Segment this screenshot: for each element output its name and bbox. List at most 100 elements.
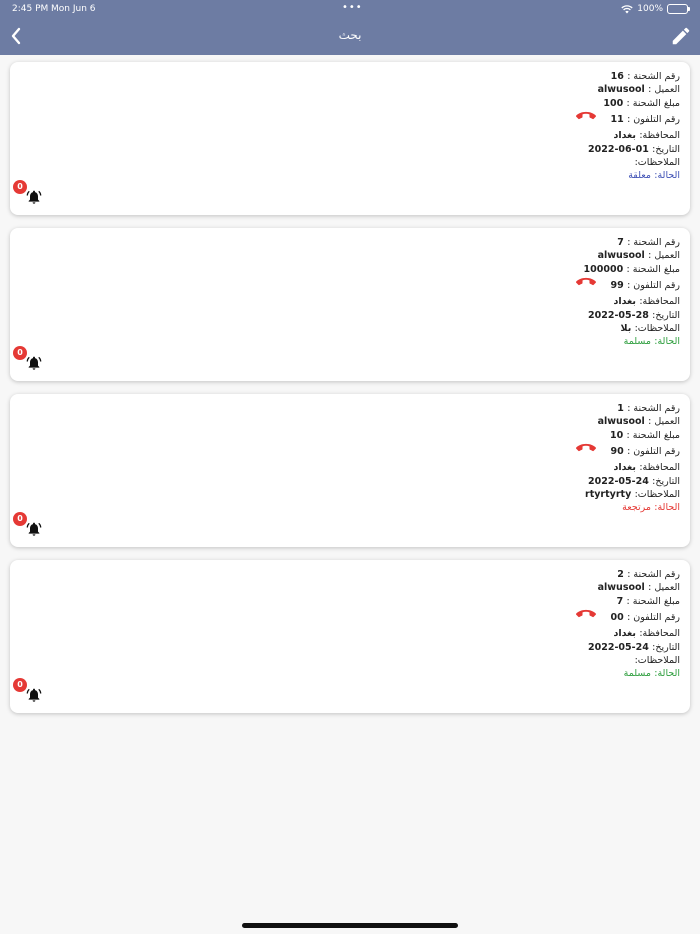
status-right: 100% xyxy=(621,4,690,14)
client-name: alwusool xyxy=(597,582,645,594)
client-name: alwusool xyxy=(597,416,645,428)
amount-row: مبلغ الشحنة : 7 xyxy=(380,595,680,608)
notification-badge: 0 xyxy=(13,512,27,526)
multitask-dots-icon[interactable]: ••• xyxy=(342,2,363,13)
notes-label: الملاحظات: xyxy=(634,322,680,334)
shipment-details: رقم الشحنة : 2 العميل : alwusool مبلغ ال… xyxy=(380,568,680,681)
amount-row: مبلغ الشحنة : 10 xyxy=(380,429,680,442)
phone-number: 00 xyxy=(610,612,624,624)
amount-value: 100 xyxy=(603,97,624,109)
amount-label: مبلغ الشحنة : xyxy=(626,595,681,607)
nav-bar: بحث xyxy=(0,22,700,52)
notes-label: الملاحظات: xyxy=(634,156,680,168)
shipment-details: رقم الشحنة : 16 العميل : alwusool مبلغ ا… xyxy=(380,70,680,183)
shipment-number-label: رقم الشحنة : xyxy=(627,403,680,414)
status-label: الحالة: xyxy=(654,502,680,514)
status-value: معلقة xyxy=(628,170,651,182)
amount-label: مبلغ الشحنة : xyxy=(626,97,681,109)
amount-row: مبلغ الشحنة : 100 xyxy=(380,97,680,110)
shipment-details: رقم الشحنة : 1 العميل : alwusool مبلغ ال… xyxy=(380,402,680,515)
bell-icon xyxy=(26,190,42,204)
notification-button[interactable]: 0 xyxy=(13,180,47,210)
battery-percent: 100% xyxy=(637,4,663,14)
date-label: التاريخ: xyxy=(652,475,680,487)
province-label: المحافظة: xyxy=(639,628,680,640)
shipment-number-label: رقم الشحنة : xyxy=(627,71,680,82)
shipment-number: 2 xyxy=(617,569,624,580)
status-row: الحالة: معلقة xyxy=(380,169,680,182)
shipment-number-label: رقم الشحنة : xyxy=(627,237,680,248)
client-name: alwusool xyxy=(597,84,645,96)
bell-icon xyxy=(26,688,42,702)
bell-icon xyxy=(26,522,42,536)
province-label: المحافظة: xyxy=(639,130,680,142)
notes-row: الملاحظات: بلا xyxy=(380,322,681,335)
notification-badge: 0 xyxy=(13,346,27,360)
province-label: المحافظة: xyxy=(639,296,680,308)
notes-value: rtyrtyrty xyxy=(585,488,632,500)
phone-label: رقم التلفون : xyxy=(627,114,680,126)
shipment-number: 1 xyxy=(617,403,624,414)
notes-label: الملاحظات: xyxy=(634,488,680,500)
status-row: الحالة: مرتجعة xyxy=(380,501,680,514)
page-title: بحث xyxy=(338,28,362,42)
shipment-number-label: رقم الشحنة : xyxy=(627,569,680,580)
client-row: العميل : alwusool xyxy=(380,581,680,594)
client-row: العميل : alwusool xyxy=(380,83,680,96)
status-label: الحالة: xyxy=(654,336,680,348)
status-row: الحالة: مسلمة xyxy=(380,335,680,348)
bell-icon xyxy=(26,356,42,370)
phone-hangup-icon[interactable] xyxy=(575,110,597,129)
shipment-card[interactable]: رقم الشحنة : 7 العميل : alwusool مبلغ ال… xyxy=(10,228,690,381)
province-value: بغداد xyxy=(613,628,636,640)
province-label: المحافظة: xyxy=(639,462,680,474)
shipment-number: 16 xyxy=(610,71,624,82)
notification-button[interactable]: 0 xyxy=(13,512,47,542)
date-label: التاريخ: xyxy=(652,641,680,653)
client-label: العميل : xyxy=(648,582,680,594)
date-row: التاريخ: 01-06-2022 xyxy=(380,143,680,156)
amount-row: مبلغ الشحنة : 100000 xyxy=(380,263,680,276)
amount-label: مبلغ الشحنة : xyxy=(626,429,681,441)
notification-badge: 0 xyxy=(13,180,27,194)
date-row: التاريخ: 28-05-2022 xyxy=(380,309,680,322)
phone-hangup-icon[interactable] xyxy=(575,276,597,295)
shipment-card[interactable]: رقم الشحنة : 1 العميل : alwusool مبلغ ال… xyxy=(10,394,690,547)
client-row: العميل : alwusool xyxy=(380,415,680,428)
province-row: المحافظة: بغداد xyxy=(380,461,680,474)
status-label: الحالة: xyxy=(654,668,680,680)
battery-icon xyxy=(667,4,690,14)
status-row: الحالة: مسلمة xyxy=(380,667,680,680)
notification-button[interactable]: 0 xyxy=(13,678,47,708)
notes-row: الملاحظات: rtyrtyrty xyxy=(380,488,680,501)
edit-button[interactable] xyxy=(670,25,692,47)
status-value: مسلمة xyxy=(623,336,651,348)
phone-hangup-icon[interactable] xyxy=(575,442,597,461)
status-date: Mon Jun 6 xyxy=(51,4,96,14)
date-value: 24-05-2022 xyxy=(587,641,649,653)
phone-number: 99 xyxy=(610,280,624,292)
province-row: المحافظة: بغداد xyxy=(380,129,680,142)
status-time: 2:45 PM xyxy=(12,4,49,14)
province-value: بغداد xyxy=(613,296,636,308)
province-value: بغداد xyxy=(613,130,636,142)
notes-row: الملاحظات: xyxy=(380,654,680,667)
phone-row: رقم التلفون : 90 xyxy=(380,442,680,461)
notification-button[interactable]: 0 xyxy=(13,346,47,376)
notes-value: بلا xyxy=(620,322,632,334)
phone-number: 90 xyxy=(610,446,624,458)
shipment-card[interactable]: رقم الشحنة : 16 العميل : alwusool مبلغ ا… xyxy=(10,62,690,215)
client-row: العميل : alwusool xyxy=(380,249,680,262)
home-indicator[interactable] xyxy=(242,923,458,928)
date-value: 24-05-2022 xyxy=(587,475,649,487)
phone-number: 11 xyxy=(610,114,624,126)
phone-label: رقم التلفون : xyxy=(627,280,680,292)
phone-row: رقم التلفون : 00 xyxy=(380,608,680,627)
phone-label: رقم التلفون : xyxy=(627,612,680,624)
shipment-card[interactable]: رقم الشحنة : 2 العميل : alwusool مبلغ ال… xyxy=(10,560,690,713)
phone-hangup-icon[interactable] xyxy=(575,608,597,627)
shipment-number-row: رقم الشحنة : 16 xyxy=(380,70,680,83)
status-value: مرتجعة xyxy=(622,502,651,514)
client-label: العميل : xyxy=(648,416,680,428)
notes-row: الملاحظات: xyxy=(380,156,680,169)
